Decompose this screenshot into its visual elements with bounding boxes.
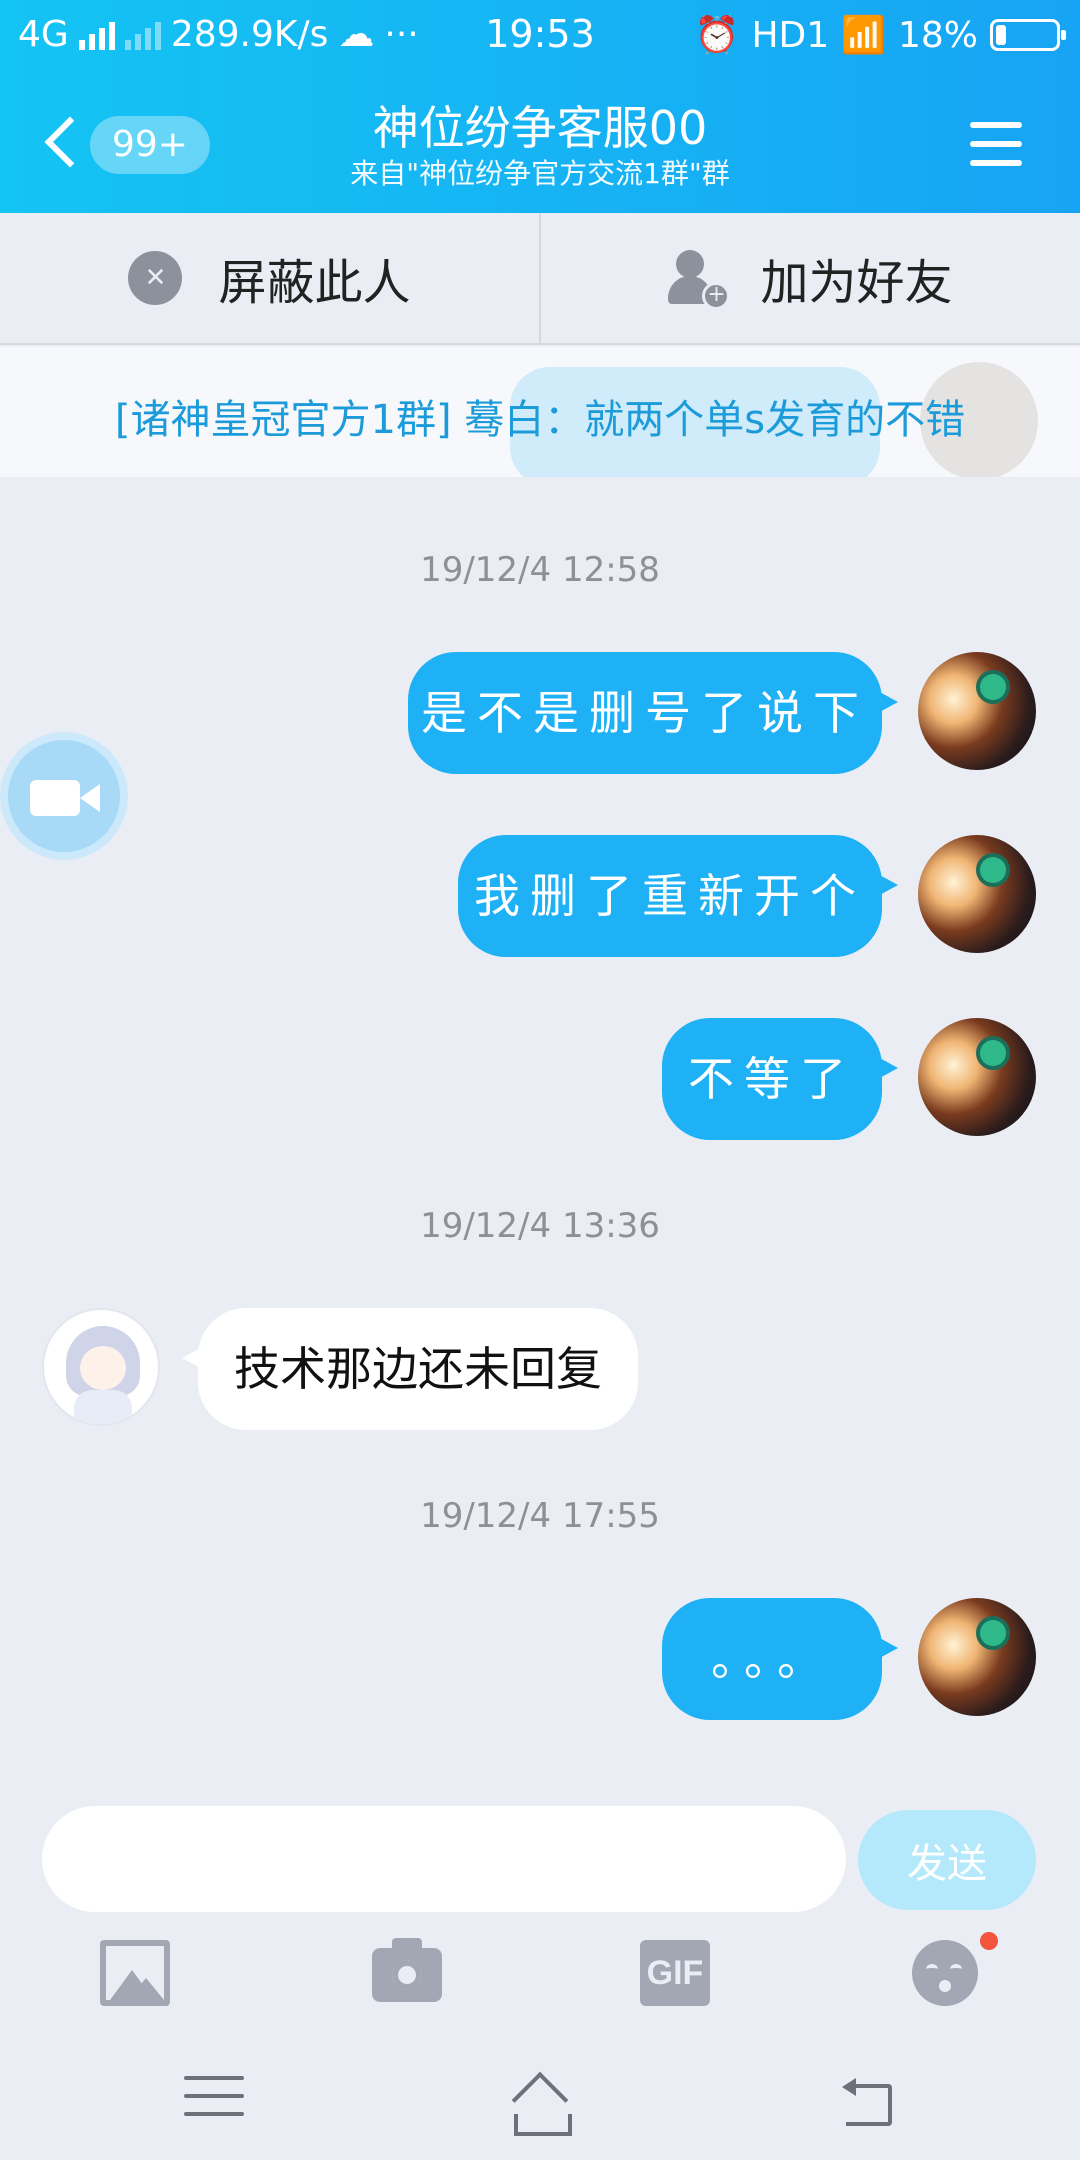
timestamp: 19/12/4 12:58 xyxy=(420,550,660,590)
message-bubble-outgoing[interactable]: 是不是删号了说下 xyxy=(408,652,898,774)
battery-fill xyxy=(996,25,1006,45)
title-block: 神位纷争客服00 来自"神位纷争官方交流1群"群 xyxy=(0,100,1080,192)
avatar-self[interactable] xyxy=(918,1018,1036,1136)
system-nav-bar xyxy=(0,2060,1080,2160)
message-bubble-incoming[interactable]: 技术那边还未回复 xyxy=(182,1308,638,1430)
add-friend-button[interactable]: + 加为好友 xyxy=(539,213,1080,343)
message-input[interactable] xyxy=(42,1806,846,1912)
block-icon xyxy=(128,251,183,305)
timestamp: 19/12/4 17:55 xyxy=(420,1496,660,1536)
image-icon[interactable] xyxy=(100,1940,170,2006)
video-call-button[interactable] xyxy=(0,732,128,860)
avatar-self[interactable] xyxy=(918,1598,1036,1716)
battery-percent: 18% xyxy=(897,14,978,56)
header: 4G 289.9K/s ☁ ··· 19:53 ⏰ HD1 📶 18% 99+ … xyxy=(0,0,1080,213)
status-right: ⏰ HD1 📶 18% xyxy=(694,14,1066,56)
avatar-self[interactable] xyxy=(918,835,1036,953)
nav-back-icon[interactable] xyxy=(840,2076,900,2132)
message-bubble-outgoing[interactable]: 不等了 xyxy=(662,1018,898,1140)
notice-text: [诸神皇冠官方1群] 蓦白：就两个单s发育的不错 xyxy=(114,397,966,443)
battery-icon xyxy=(990,19,1066,51)
block-user-button[interactable]: 屏蔽此人 xyxy=(0,213,539,343)
menu-icon[interactable] xyxy=(970,122,1022,166)
action-bar: 屏蔽此人 + 加为好友 xyxy=(0,213,1080,345)
nav-menu-icon[interactable] xyxy=(184,2076,244,2132)
nav-home-icon[interactable] xyxy=(510,2076,572,2136)
emoji-icon[interactable] xyxy=(912,1940,978,2006)
gif-icon[interactable]: GIF xyxy=(640,1940,710,2006)
add-friend-label: 加为好友 xyxy=(760,255,953,311)
avatar-support[interactable] xyxy=(42,1308,160,1426)
timestamp: 19/12/4 13:36 xyxy=(420,1206,660,1246)
avatar-self[interactable] xyxy=(918,652,1036,770)
add-friend-icon: + xyxy=(668,250,731,310)
video-camera-icon xyxy=(30,780,80,816)
hd-label: HD1 xyxy=(751,14,830,56)
title-bar: 99+ 神位纷争客服00 来自"神位纷争官方交流1群"群 xyxy=(0,72,1080,213)
video-lens xyxy=(80,784,100,812)
wifi-icon: 📶 xyxy=(841,15,886,56)
message-bubble-outgoing[interactable]: 。。。 xyxy=(662,1598,898,1720)
notification-dot xyxy=(980,1932,998,1950)
status-bar: 4G 289.9K/s ☁ ··· 19:53 ⏰ HD1 📶 18% xyxy=(0,0,1080,72)
alarm-icon: ⏰ xyxy=(694,15,740,56)
page-title: 神位纷争客服00 xyxy=(372,101,708,155)
page-subtitle: 来自"神位纷争官方交流1群"群 xyxy=(350,157,730,190)
input-toolbar: GIF xyxy=(0,1938,1080,2012)
camera-icon[interactable] xyxy=(372,1938,442,2002)
block-user-label: 屏蔽此人 xyxy=(218,255,411,311)
send-button[interactable]: 发送 xyxy=(858,1810,1036,1910)
message-bubble-outgoing[interactable]: 我删了重新开个 xyxy=(458,835,898,957)
notice-banner[interactable]: [诸神皇冠官方1群] 蓦白：就两个单s发育的不错 xyxy=(0,347,1080,477)
